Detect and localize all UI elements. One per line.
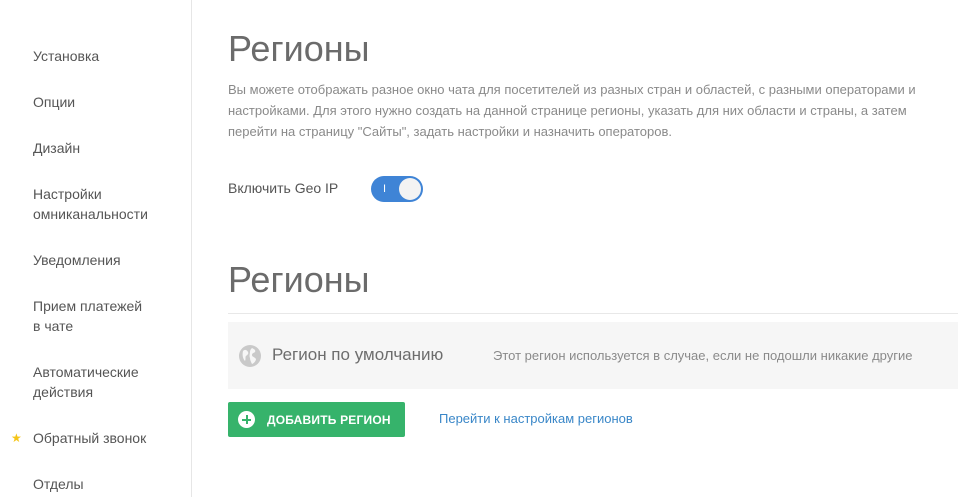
region-description: Этот регион используется в случае, если … xyxy=(493,348,913,363)
app-layout: Установка Опции Дизайн Настройки омникан… xyxy=(0,0,980,497)
region-name: Регион по умолчанию xyxy=(272,345,444,364)
page-title: Регионы xyxy=(228,28,370,69)
geo-ip-toggle[interactable]: I xyxy=(371,176,423,202)
sidebar-item-options[interactable]: Опции xyxy=(33,92,183,112)
region-settings-link[interactable]: Перейти к настройкам регионов xyxy=(439,410,633,428)
plus-circle-icon xyxy=(238,411,255,428)
add-region-button[interactable]: ДОБАВИТЬ РЕГИОН xyxy=(228,402,405,437)
sidebar-item-label: Уведомления xyxy=(33,252,121,268)
sidebar-item-omnichannel[interactable]: Настройки омниканальности xyxy=(33,184,183,224)
sidebar-item-label: Обратный звонок xyxy=(33,430,147,446)
main-content: Регионы Вы можете отображать разное окно… xyxy=(228,0,958,497)
sidebar-item-design[interactable]: Дизайн xyxy=(33,138,183,158)
regions-section-title: Регионы xyxy=(228,259,370,300)
sidebar-item-label: Прием платежей в чате xyxy=(33,298,143,334)
star-icon: ★ xyxy=(11,431,22,445)
sidebar-item-automation[interactable]: Автоматические действия xyxy=(33,362,183,402)
page-description: Вы можете отображать разное окно чата дл… xyxy=(228,82,916,139)
sidebar-item-label: Дизайн xyxy=(33,140,81,156)
sidebar-item-departments[interactable]: Отделы xyxy=(33,474,183,494)
sidebar-item-payments[interactable]: Прием платежей в чате xyxy=(33,296,183,336)
sidebar-nav: Установка Опции Дизайн Настройки омникан… xyxy=(0,0,192,497)
sidebar-item-label: Настройки омниканальности xyxy=(33,186,148,222)
globe-icon xyxy=(239,345,261,367)
geo-ip-label: Включить Geo IP xyxy=(228,180,339,196)
default-region-row[interactable]: Регион по умолчанию Этот регион использу… xyxy=(228,322,958,389)
sidebar-item-callback[interactable]: Обратный звонок xyxy=(33,428,183,448)
sidebar-item-label: Установка xyxy=(33,48,100,64)
sidebar-item-label: Опции xyxy=(33,94,76,110)
sidebar-item-notifications[interactable]: Уведомления xyxy=(33,250,183,270)
toggle-knob xyxy=(399,178,421,200)
sidebar-item-install[interactable]: Установка xyxy=(33,46,183,66)
toggle-on-mark: I xyxy=(383,183,387,195)
add-region-label: ДОБАВИТЬ РЕГИОН xyxy=(267,413,391,427)
sidebar-item-label: Отделы xyxy=(33,476,84,492)
sidebar-item-label: Автоматические действия xyxy=(33,364,139,400)
section-divider xyxy=(228,313,958,314)
